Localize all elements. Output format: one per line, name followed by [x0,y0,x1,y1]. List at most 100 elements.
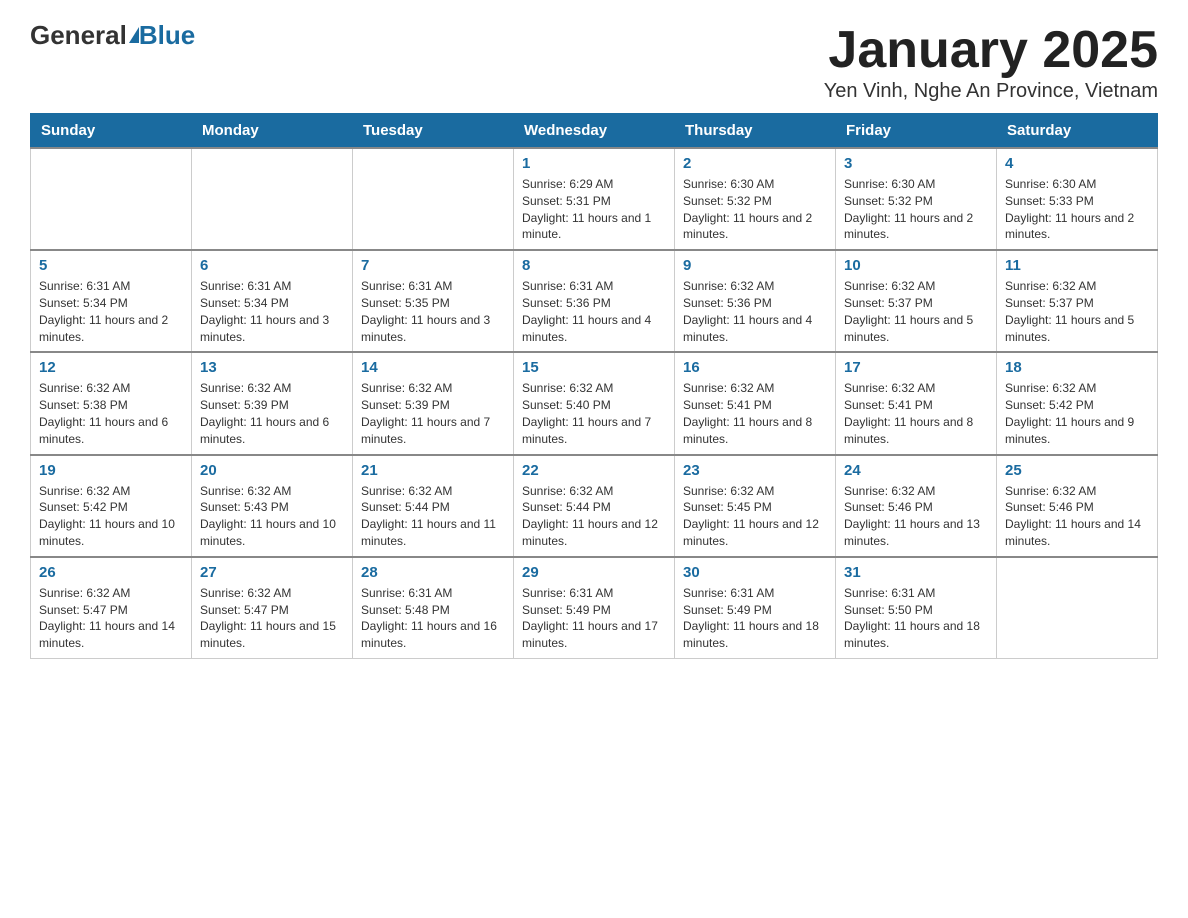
day-number: 22 [522,462,666,479]
day-info: Sunrise: 6:30 AMSunset: 5:32 PMDaylight:… [844,176,988,243]
calendar-cell [353,148,514,250]
day-number: 21 [361,462,505,479]
calendar-cell: 8 Sunrise: 6:31 AMSunset: 5:36 PMDaylight… [514,250,675,352]
calendar-cell: 12 Sunrise: 6:32 AMSunset: 5:38 PMDayligh… [31,352,192,454]
day-info: Sunrise: 6:30 AMSunset: 5:32 PMDaylight:… [683,176,827,243]
day-info: Sunrise: 6:31 AMSunset: 5:49 PMDaylight:… [522,585,666,652]
day-info: Sunrise: 6:32 AMSunset: 5:41 PMDaylight:… [844,380,988,447]
calendar-cell: 22 Sunrise: 6:32 AMSunset: 5:44 PMDayligh… [514,455,675,557]
day-number: 20 [200,462,344,479]
calendar-cell: 28Sunrise: 6:31 AMSunset: 5:48 PMDayligh… [353,557,514,659]
day-info: Sunrise: 6:32 AMSunset: 5:43 PMDaylight:… [200,483,344,550]
calendar-week-row: 12 Sunrise: 6:32 AMSunset: 5:38 PMDayligh… [31,352,1158,454]
day-number: 28 [361,564,505,581]
day-number: 4 [1005,155,1149,172]
day-info: Sunrise: 6:32 AMSunset: 5:47 PMDaylight:… [200,585,344,652]
day-info: Sunrise: 6:32 AMSunset: 5:38 PMDaylight:… [39,380,183,447]
day-number: 25 [1005,462,1149,479]
day-number: 8 [522,257,666,274]
calendar-cell: 16 Sunrise: 6:32 AMSunset: 5:41 PMDayligh… [675,352,836,454]
day-number: 5 [39,257,183,274]
weekday-header-wednesday: Wednesday [514,114,675,149]
day-number: 9 [683,257,827,274]
day-info: Sunrise: 6:32 AMSunset: 5:45 PMDaylight:… [683,483,827,550]
calendar-cell: 13 Sunrise: 6:32 AMSunset: 5:39 PMDayligh… [192,352,353,454]
calendar-table: SundayMondayTuesdayWednesdayThursdayFrid… [30,113,1158,659]
weekday-header-thursday: Thursday [675,114,836,149]
day-number: 23 [683,462,827,479]
day-info: Sunrise: 6:32 AMSunset: 5:40 PMDaylight:… [522,380,666,447]
day-info: Sunrise: 6:31 AMSunset: 5:35 PMDaylight:… [361,278,505,345]
month-title: January 2025 [824,20,1158,80]
day-info: Sunrise: 6:32 AMSunset: 5:42 PMDaylight:… [1005,380,1149,447]
calendar-cell: 30Sunrise: 6:31 AMSunset: 5:49 PMDayligh… [675,557,836,659]
day-info: Sunrise: 6:32 AMSunset: 5:44 PMDaylight:… [361,483,505,550]
day-number: 27 [200,564,344,581]
day-info: Sunrise: 6:32 AMSunset: 5:39 PMDaylight:… [200,380,344,447]
day-info: Sunrise: 6:29 AMSunset: 5:31 PMDaylight:… [522,176,666,243]
calendar-cell: 25Sunrise: 6:32 AMSunset: 5:46 PMDayligh… [997,455,1158,557]
day-info: Sunrise: 6:32 AMSunset: 5:39 PMDaylight:… [361,380,505,447]
calendar-cell: 21 Sunrise: 6:32 AMSunset: 5:44 PMDayligh… [353,455,514,557]
calendar-cell: 3 Sunrise: 6:30 AMSunset: 5:32 PMDaylight… [836,148,997,250]
calendar-cell: 24 Sunrise: 6:32 AMSunset: 5:46 PMDayligh… [836,455,997,557]
day-number: 14 [361,359,505,376]
day-info: Sunrise: 6:32 AMSunset: 5:37 PMDaylight:… [1005,278,1149,345]
logo-triangle-icon [129,27,139,43]
logo-general-text: General [30,20,127,51]
page-header: General Blue January 2025 Yen Vinh, Nghe… [30,20,1158,103]
calendar-cell: 19 Sunrise: 6:32 AMSunset: 5:42 PMDayligh… [31,455,192,557]
day-info: Sunrise: 6:31 AMSunset: 5:50 PMDaylight:… [844,585,988,652]
weekday-header-tuesday: Tuesday [353,114,514,149]
calendar-cell: 26 Sunrise: 6:32 AMSunset: 5:47 PMDayligh… [31,557,192,659]
day-number: 16 [683,359,827,376]
day-number: 12 [39,359,183,376]
calendar-cell: 1 Sunrise: 6:29 AMSunset: 5:31 PMDaylight… [514,148,675,250]
weekday-header-sunday: Sunday [31,114,192,149]
day-info: Sunrise: 6:31 AMSunset: 5:36 PMDaylight:… [522,278,666,345]
calendar-cell: 15Sunrise: 6:32 AMSunset: 5:40 PMDayligh… [514,352,675,454]
calendar-cell: 14 Sunrise: 6:32 AMSunset: 5:39 PMDayligh… [353,352,514,454]
weekday-header-saturday: Saturday [997,114,1158,149]
day-info: Sunrise: 6:32 AMSunset: 5:44 PMDaylight:… [522,483,666,550]
day-number: 26 [39,564,183,581]
day-number: 7 [361,257,505,274]
weekday-header-monday: Monday [192,114,353,149]
calendar-week-row: 26 Sunrise: 6:32 AMSunset: 5:47 PMDayligh… [31,557,1158,659]
calendar-cell: 10 Sunrise: 6:32 AMSunset: 5:37 PMDayligh… [836,250,997,352]
day-number: 10 [844,257,988,274]
day-info: Sunrise: 6:31 AMSunset: 5:34 PMDaylight:… [200,278,344,345]
day-info: Sunrise: 6:30 AMSunset: 5:33 PMDaylight:… [1005,176,1149,243]
calendar-cell [997,557,1158,659]
day-number: 19 [39,462,183,479]
calendar-cell: 2Sunrise: 6:30 AMSunset: 5:32 PMDaylight… [675,148,836,250]
day-info: Sunrise: 6:32 AMSunset: 5:37 PMDaylight:… [844,278,988,345]
calendar-cell: 7 Sunrise: 6:31 AMSunset: 5:35 PMDaylight… [353,250,514,352]
logo: General Blue [30,20,195,51]
calendar-cell: 11 Sunrise: 6:32 AMSunset: 5:37 PMDayligh… [997,250,1158,352]
weekday-header-row: SundayMondayTuesdayWednesdayThursdayFrid… [31,114,1158,149]
day-number: 30 [683,564,827,581]
calendar-cell: 20 Sunrise: 6:32 AMSunset: 5:43 PMDayligh… [192,455,353,557]
day-info: Sunrise: 6:32 AMSunset: 5:41 PMDaylight:… [683,380,827,447]
day-info: Sunrise: 6:32 AMSunset: 5:42 PMDaylight:… [39,483,183,550]
calendar-cell [192,148,353,250]
day-info: Sunrise: 6:32 AMSunset: 5:47 PMDaylight:… [39,585,183,652]
calendar-cell: 23 Sunrise: 6:32 AMSunset: 5:45 PMDayligh… [675,455,836,557]
day-number: 18 [1005,359,1149,376]
day-info: Sunrise: 6:32 AMSunset: 5:36 PMDaylight:… [683,278,827,345]
calendar-cell: 29 Sunrise: 6:31 AMSunset: 5:49 PMDayligh… [514,557,675,659]
calendar-cell [31,148,192,250]
day-info: Sunrise: 6:32 AMSunset: 5:46 PMDaylight:… [844,483,988,550]
calendar-cell: 31Sunrise: 6:31 AMSunset: 5:50 PMDayligh… [836,557,997,659]
day-number: 13 [200,359,344,376]
logo-blue-text: Blue [139,20,195,51]
day-number: 24 [844,462,988,479]
day-number: 1 [522,155,666,172]
location-text: Yen Vinh, Nghe An Province, Vietnam [824,80,1158,103]
day-number: 11 [1005,257,1149,274]
weekday-header-friday: Friday [836,114,997,149]
day-number: 29 [522,564,666,581]
calendar-cell: 27 Sunrise: 6:32 AMSunset: 5:47 PMDayligh… [192,557,353,659]
day-number: 3 [844,155,988,172]
